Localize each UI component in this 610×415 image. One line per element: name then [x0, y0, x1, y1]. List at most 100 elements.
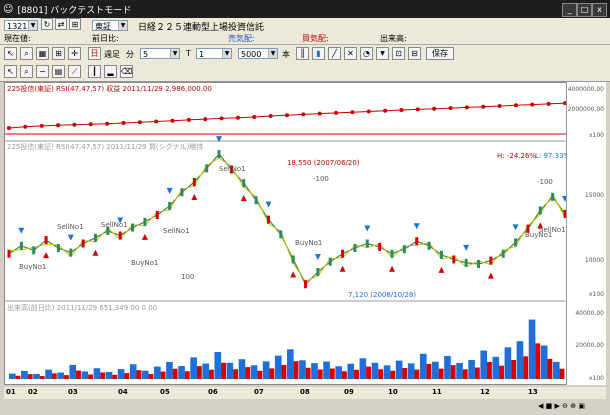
volume-bar-red: [414, 369, 420, 379]
search-icon[interactable]: ⌕: [20, 65, 33, 78]
save-button[interactable]: 保存: [426, 47, 454, 60]
grid-icon[interactable]: ⊞: [52, 47, 65, 60]
volume-bar-red: [257, 370, 263, 379]
zoom-out-icon[interactable]: −: [36, 65, 49, 78]
count-select[interactable]: 5000 ▼: [238, 48, 278, 59]
bar-icon[interactable]: ▮: [312, 47, 325, 60]
market-select[interactable]: 東証 ▼: [92, 20, 128, 31]
t-value: 1: [199, 50, 205, 59]
close-button[interactable]: x: [592, 3, 607, 17]
minimize-button[interactable]: _: [562, 3, 577, 17]
volume-bar-red: [233, 369, 239, 379]
price-candle: [56, 244, 60, 253]
x-tick: 09: [344, 388, 354, 396]
price-candle: [279, 230, 283, 239]
zoom-in-icon[interactable]: ⊕: [570, 402, 576, 410]
price-candle: [427, 241, 431, 250]
sell-signal-arrow: [463, 244, 470, 251]
horizontal-scroller[interactable]: ◀ ■ ▶ ⊖ ⊕ ▣: [538, 402, 606, 412]
refresh-icon[interactable]: ↻: [41, 18, 53, 30]
scroll-thumb-icon[interactable]: ■: [546, 402, 553, 410]
period-select[interactable]: 5 ▼: [140, 48, 180, 59]
volume-bar: [347, 363, 355, 379]
scroll-left-icon[interactable]: ◀: [538, 402, 543, 410]
prev-label: 前日比:: [92, 34, 119, 43]
zoom-icon[interactable]: ⌕: [20, 47, 33, 60]
sell-tag: SellNo1: [163, 227, 190, 235]
x-tick: 12: [480, 388, 490, 396]
volume-bar-red: [160, 371, 166, 379]
drawing-toolbar: ↖ ⌕ − ▤ ⟋ ┃ ▂ ⌫: [0, 63, 610, 82]
symbol-toolbar: 1321 ▼ ↻ ⇄ ⊞ 東証 ▼ 日経２２５連動型上場投資信託: [0, 18, 610, 33]
line-icon[interactable]: ╱: [328, 47, 341, 60]
sell-tag: SellNo1: [101, 221, 128, 229]
volume-bar: [178, 366, 185, 379]
main-y-tick: 10000: [584, 257, 604, 264]
sell-label: 売気配:: [228, 34, 255, 43]
volume-bar-red: [354, 369, 359, 379]
price-candle: [131, 223, 135, 232]
volume-bar: [299, 360, 306, 379]
upper-y-tick: 4000000.00: [567, 86, 604, 93]
code-select[interactable]: 1321 ▼: [4, 20, 38, 31]
table-icon[interactable]: ▤: [52, 65, 65, 78]
calendar-icon[interactable]: ▦: [36, 47, 49, 60]
trendline-icon[interactable]: ⟋: [68, 65, 81, 78]
equity-point: [464, 105, 469, 110]
tag-100: 100: [181, 273, 195, 281]
chevron-down-icon[interactable]: ▼: [376, 47, 389, 60]
buy-tag: BuyNo1: [295, 239, 323, 247]
volume-bar: [154, 366, 161, 379]
cross-icon[interactable]: ✛: [68, 47, 81, 60]
chevron-down-icon: ▼: [28, 21, 37, 30]
volume-bar-red: [462, 369, 468, 379]
volume-y-tick: 20000.00: [575, 342, 604, 349]
chart-area[interactable]: 225投信(東証) RSI(47,47,57) 収益 2011/11/29 2,…: [4, 82, 606, 385]
candle-chart-icon[interactable]: ┃: [88, 65, 101, 78]
eraser-icon[interactable]: ⌫: [120, 65, 133, 78]
volume-bar-red: [305, 367, 311, 379]
volume-bar-red: [76, 370, 81, 379]
price-candle: [44, 236, 48, 245]
equity-point: [252, 115, 257, 119]
grid-icon[interactable]: ⊞: [69, 18, 81, 30]
chart-add-icon[interactable]: ⊡: [392, 47, 405, 60]
volume-bar-red: [317, 369, 323, 379]
main-y-tick: x100: [588, 291, 604, 298]
code-value: 1321: [7, 22, 28, 31]
price-candle: [118, 231, 122, 240]
equity-point: [366, 109, 371, 114]
equity-point: [432, 106, 437, 111]
unit-label: 週足: [104, 50, 120, 59]
t-select[interactable]: 1 ▼: [196, 48, 232, 59]
price-candle: [353, 244, 357, 253]
price-candle: [365, 239, 369, 248]
day-button[interactable]: 日: [88, 47, 101, 60]
chart-canvas: [5, 101, 605, 379]
scroll-right-icon[interactable]: ▶: [554, 402, 559, 410]
volume-bar: [383, 365, 391, 379]
volume-chart-icon[interactable]: ▂: [104, 65, 117, 78]
low-label: L: 97.33%: [535, 152, 571, 160]
zoom-out-icon[interactable]: ⊖: [562, 402, 568, 410]
volume-bar: [311, 363, 318, 379]
arrow-icon[interactable]: ↖: [4, 47, 17, 60]
buy-signal-arrow: [92, 249, 99, 256]
volume-bar-red: [499, 365, 504, 379]
buy-signal-arrow: [389, 265, 396, 272]
close-x-icon[interactable]: ✕: [344, 47, 357, 60]
indicator-icon[interactable]: ◔: [360, 47, 373, 60]
price-candle: [378, 242, 382, 251]
pointer-icon[interactable]: ↖: [4, 65, 17, 78]
maximize-button[interactable]: □: [577, 3, 592, 17]
candle-icon[interactable]: ║: [296, 47, 309, 60]
price-candle: [69, 248, 73, 257]
volume-bar: [323, 361, 330, 379]
fit-icon[interactable]: ▣: [578, 402, 585, 410]
chart-remove-icon[interactable]: ⊟: [408, 47, 421, 60]
volume-bar-red: [547, 358, 553, 379]
volume-bar-red: [341, 371, 347, 379]
buy-signal-arrow: [290, 271, 297, 278]
volume-bar-red: [450, 365, 456, 379]
compare-icon[interactable]: ⇄: [55, 18, 67, 30]
